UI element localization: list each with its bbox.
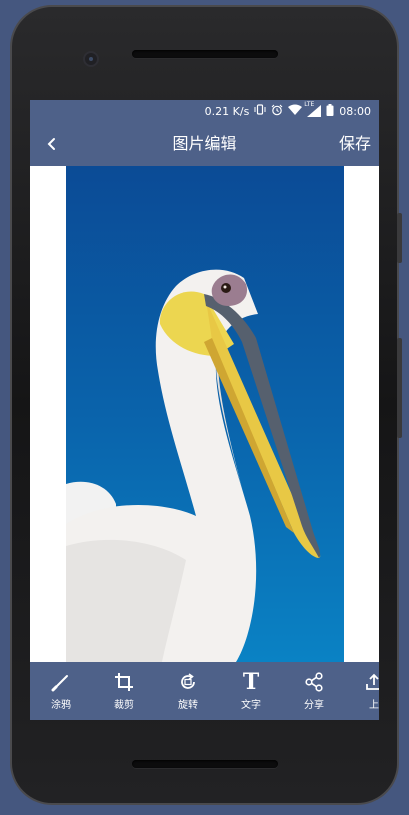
upload-icon [363, 671, 379, 693]
image-canvas[interactable] [30, 166, 379, 662]
wifi-icon [288, 104, 303, 118]
brush-icon [50, 671, 72, 693]
edit-toolbar: 涂鸦 裁剪 旋转 T 文字 分享 上 [30, 662, 379, 720]
tool-brush[interactable]: 涂鸦 [35, 662, 87, 720]
tool-upload-label: 上 [369, 700, 379, 711]
text-icon: T [242, 669, 260, 695]
tool-rotate-label: 旋转 [178, 700, 198, 711]
crop-icon [113, 671, 135, 693]
pelican-photo [66, 166, 344, 662]
battery-icon [326, 103, 334, 119]
volume-button [397, 338, 402, 438]
tool-share-label: 分享 [304, 700, 324, 711]
tool-text[interactable]: T 文字 [225, 662, 277, 720]
lte-signal-icon: LTE [304, 101, 322, 117]
network-speed: 0.21 K/s [204, 104, 250, 118]
tool-share[interactable]: 分享 [288, 662, 340, 720]
front-camera [83, 51, 99, 67]
alarm-icon [271, 104, 283, 119]
vibrate-icon [254, 104, 266, 118]
top-speaker [132, 50, 278, 58]
tool-crop-label: 裁剪 [114, 700, 134, 711]
screen: 0.21 K/s LTE 08:00 图片编辑 保存 涂鸦 裁剪 旋转 T 文字… [30, 100, 379, 720]
tool-crop[interactable]: 裁剪 [98, 662, 150, 720]
share-icon [303, 671, 325, 693]
page-title: 图片编辑 [172, 134, 237, 153]
rotate-icon [177, 671, 199, 693]
tool-brush-label: 涂鸦 [51, 700, 71, 711]
tool-rotate[interactable]: 旋转 [162, 662, 214, 720]
save-button[interactable]: 保存 [339, 122, 371, 166]
lte-label: LTE [304, 101, 315, 108]
clock: 08:00 [339, 104, 371, 118]
tool-upload[interactable]: 上 [348, 662, 379, 720]
pelican-image [66, 269, 321, 662]
bottom-speaker [132, 760, 278, 768]
back-button[interactable] [40, 132, 64, 156]
power-button [397, 213, 402, 263]
chevron-left-icon [47, 138, 55, 150]
title-bar: 图片编辑 保存 [30, 122, 379, 166]
status-bar: 0.21 K/s LTE 08:00 [30, 100, 379, 122]
tool-text-label: 文字 [241, 700, 261, 711]
